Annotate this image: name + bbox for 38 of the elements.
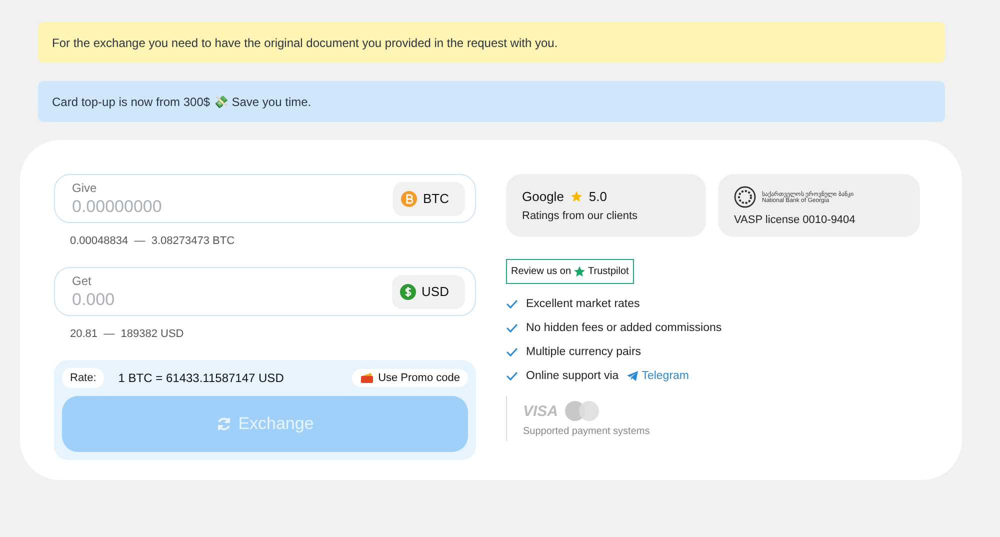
- currency-button[interactable]: BTC: [393, 182, 465, 216]
- star-icon: [573, 265, 586, 278]
- check-icon: [506, 347, 518, 357]
- amount-range: 0.00048834 — 3.08273473 BTC: [70, 235, 236, 247]
- paper-plane-icon: [626, 371, 638, 381]
- amount-range: 20.81 — 189382 USD: [70, 328, 185, 340]
- trustpilot-link[interactable]: Review us on Trustpilot: [506, 259, 634, 284]
- rating-caption: Ratings from our clients: [522, 210, 639, 222]
- payment-caption: Supported payment systems: [523, 426, 651, 437]
- feature-text: No hidden fees or added commissions: [526, 322, 722, 334]
- license-text: VASP license 0010-9404: [734, 214, 856, 226]
- check-icon: [506, 371, 518, 381]
- rate-text: 1 BTC = 61433.11587147 USD: [118, 371, 285, 385]
- ticket-icon: [360, 372, 374, 384]
- amount-field[interactable]: Get 0.000 USD: [54, 267, 476, 316]
- check-icon: [506, 299, 518, 309]
- amount-field[interactable]: Give 0.00000000 BTC: [54, 174, 476, 223]
- telegram-link[interactable]: Telegram: [626, 370, 690, 382]
- rate-label: Rate:: [62, 368, 104, 388]
- promo-button[interactable]: Use Promo code: [352, 369, 468, 387]
- visa-logo: VISA: [523, 402, 558, 420]
- field-label: Get: [72, 274, 92, 288]
- star-icon: [570, 190, 583, 203]
- bank-seal-icon: [734, 186, 756, 208]
- currency-button[interactable]: USD: [392, 274, 465, 308]
- google-label: Google: [522, 189, 564, 204]
- notice-banner: For the exchange you need to have the original document you provided in the request with you.: [38, 22, 945, 63]
- feature-text: Online support via: [526, 370, 619, 382]
- check-icon: [506, 323, 518, 333]
- field-label: Give: [72, 180, 98, 194]
- refresh-icon: [216, 416, 232, 432]
- dollar-icon: [400, 284, 416, 300]
- feature-text: Multiple currency pairs: [526, 346, 642, 358]
- feature-text: Excellent market rates: [526, 298, 640, 310]
- bitcoin-icon: [401, 190, 417, 206]
- rating-score: 5.0: [588, 189, 607, 204]
- notice-banner: Card top-up is now from 300$ 💸 Save you time.: [38, 81, 945, 122]
- card-circles-icon: [564, 400, 600, 422]
